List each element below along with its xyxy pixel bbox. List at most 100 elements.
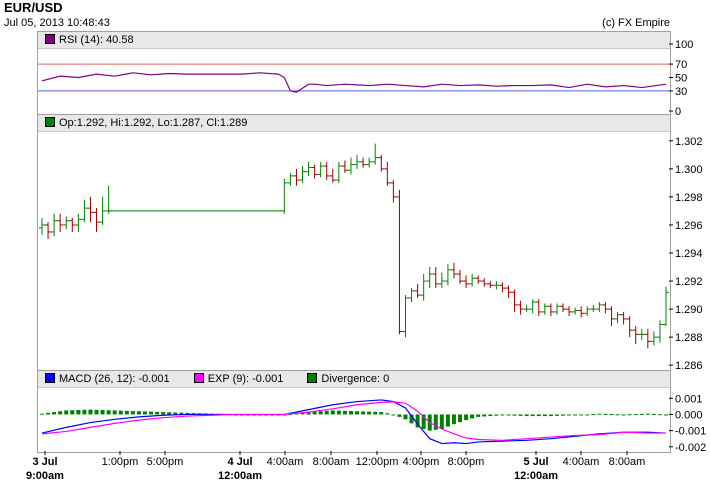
divergence-bar (639, 413, 644, 415)
x-tick-label: 4 Jul (227, 456, 252, 468)
price-tick-label: 1.292 (675, 276, 703, 288)
divergence-bar (342, 410, 347, 415)
divergence-bar (512, 414, 517, 416)
divergence-bar (464, 414, 469, 421)
divergence-bar (567, 414, 572, 416)
rsi-line (41, 72, 667, 93)
divergence-bar (433, 414, 438, 430)
price-tick-label: 1.290 (675, 304, 703, 316)
x-tick-label: 5:00pm (147, 456, 184, 468)
price-tick-label: 1.288 (675, 332, 703, 344)
divergence-bar (664, 414, 668, 416)
divergence-bar (494, 414, 499, 416)
divergence-bar (609, 414, 614, 416)
x-tick-label: 1:00pm (102, 456, 139, 468)
divergence-bar (451, 414, 456, 425)
divergence-bar (40, 413, 44, 415)
divergence-bar (621, 414, 626, 416)
macd-tick-label: 0.000 (675, 409, 703, 421)
divergence-bar (476, 414, 481, 417)
divergence-bar (161, 412, 166, 415)
divergence-bar (439, 414, 444, 429)
price-tick-label: 1.298 (675, 192, 703, 204)
divergence-bar (591, 414, 596, 416)
divergence-bar (524, 414, 529, 417)
rsi-tick-label: 100 (675, 39, 693, 51)
divergence-bar (548, 414, 553, 417)
rsi-tick-label: 70 (675, 59, 687, 71)
divergence-bar (149, 411, 154, 415)
divergence-bar (318, 411, 323, 415)
eurusd-chart: 100 70 5030 0 1.302 1.300 1.298 1.296 1.294 1.292… (26, 39, 706, 482)
x-tick-sublabel: 9:00am (26, 470, 64, 482)
divergence-bar (603, 413, 608, 415)
divergence-bar (88, 409, 93, 415)
divergence-bar (518, 414, 523, 416)
divergence-bar (94, 409, 99, 415)
divergence-bar (482, 414, 487, 417)
macd-tick-label: 0.001 (675, 393, 703, 405)
divergence-bar (633, 414, 638, 416)
divergence-bar (70, 410, 75, 415)
divergence-bar (167, 412, 172, 415)
divergence-bar (470, 414, 475, 419)
x-tick-label: 3 Jul (32, 456, 57, 468)
price-tick-label: 1.300 (675, 164, 703, 176)
divergence-bar (118, 410, 123, 415)
divergence-bar (657, 414, 662, 416)
divergence-bar (312, 411, 317, 415)
rsi-tick-label: 50 (675, 73, 687, 85)
divergence-bar (651, 413, 656, 415)
divergence-bar (336, 410, 341, 415)
x-tick-label: 8:00am (609, 456, 646, 468)
x-tick-label: 5 Jul (523, 456, 548, 468)
divergence-bar (530, 414, 535, 417)
divergence-bar (106, 410, 111, 415)
x-tick-label: 8:00pm (448, 456, 485, 468)
divergence-bar (536, 414, 541, 417)
rsi-tick-label: 30 (675, 86, 687, 98)
divergence-bar (58, 411, 63, 415)
x-tick-label: 4:00pm (403, 456, 440, 468)
divergence-bar (355, 411, 360, 415)
divergence-bar (391, 414, 396, 416)
divergence-bar (573, 414, 578, 416)
divergence-bar (46, 412, 51, 415)
divergence-bar (348, 411, 353, 415)
rsi-overbought-area (42, 64, 666, 92)
divergence-bar (142, 411, 147, 415)
divergence-bar (385, 413, 390, 415)
x-tick-sublabel: 12:00am (218, 470, 262, 482)
divergence-bar (488, 414, 493, 417)
divergence-bar (373, 411, 378, 415)
macd-line (41, 399, 667, 445)
divergence-bar (330, 410, 335, 415)
divergence-bar (367, 411, 372, 415)
divergence-bar (155, 411, 160, 415)
rsi-oversold-area (42, 90, 666, 93)
rsi-tick-label: 0 (675, 106, 681, 118)
divergence-bar (579, 414, 584, 416)
divergence-bar (597, 413, 602, 415)
macd-tick-label: -0.002 (675, 442, 706, 454)
x-tick-label: 8:00am (313, 456, 350, 468)
x-tick-label: 12:00pm (356, 456, 399, 468)
divergence-bar (445, 414, 450, 427)
price-tick-label: 1.296 (675, 220, 703, 232)
x-tick-sublabel: 12:00am (514, 470, 558, 482)
divergence-bar (500, 414, 505, 416)
divergence-bar (627, 414, 632, 416)
divergence-bar (561, 414, 566, 416)
divergence-bar (82, 409, 87, 415)
divergence-bar (100, 410, 105, 415)
divergence-bar (506, 414, 511, 416)
exp-line (41, 401, 666, 441)
x-tick-label: 4:00am (563, 456, 600, 468)
divergence-bar (585, 414, 590, 416)
price-tick-label: 1.294 (675, 248, 703, 260)
divergence-bar (615, 414, 620, 416)
divergence-bar (458, 414, 463, 423)
divergence-bar (124, 410, 129, 415)
divergence-bar (403, 414, 408, 420)
divergence-bar (52, 412, 57, 415)
